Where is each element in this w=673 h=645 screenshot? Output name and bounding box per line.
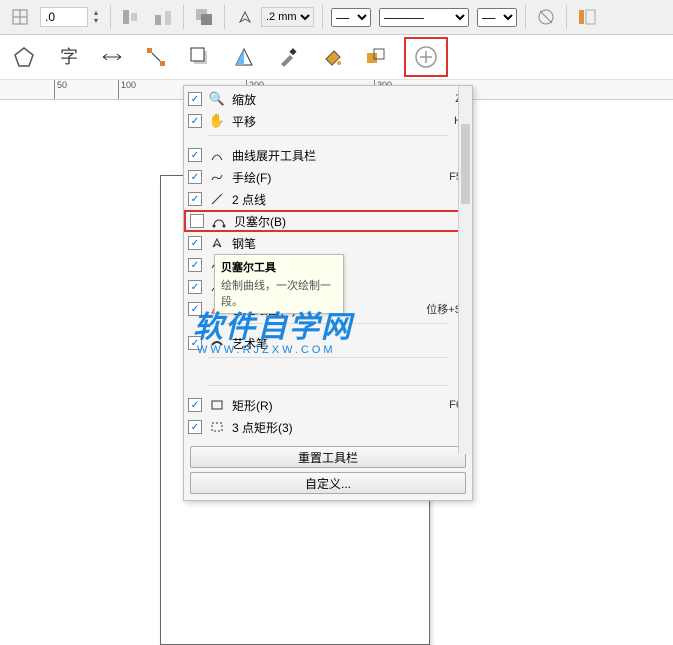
checkbox-icon[interactable]: ✓: [188, 398, 202, 412]
overlap-icon[interactable]: [192, 5, 216, 29]
checkbox-icon[interactable]: ✓: [190, 214, 204, 228]
menu-item-artistic[interactable]: ✓ 艺术笔 I: [184, 332, 472, 354]
artistic-icon: [208, 334, 226, 352]
label: 手绘(F): [232, 169, 412, 186]
coord-input[interactable]: .0: [40, 7, 88, 27]
label: 矩形(R): [232, 397, 412, 414]
menu-item-freehand[interactable]: ✓ 手绘(F) F5: [184, 166, 472, 188]
reset-toolbar-button[interactable]: 重置工具栏: [190, 446, 466, 468]
tool-flyout-menu: ✓ 🔍 缩放 Z ✓ ✋ 平移 H ✓ 曲线展开工具栏 ✓ 手绘(F) F5 ✓…: [183, 85, 473, 501]
add-tool-button[interactable]: [404, 37, 448, 77]
customize-button[interactable]: 自定义...: [190, 472, 466, 494]
text-tool-icon[interactable]: 字: [52, 41, 84, 73]
menu-item-bezier[interactable]: ✓ 贝塞尔(B): [184, 210, 472, 232]
checkbox-icon[interactable]: ✓: [188, 192, 202, 206]
label: 艺术笔: [232, 335, 412, 352]
hand-icon: ✋: [208, 112, 226, 130]
checkbox-icon[interactable]: ✓: [188, 92, 202, 106]
connector-tool-icon[interactable]: [140, 41, 172, 73]
line-start-select[interactable]: —: [331, 8, 371, 27]
checkbox-icon[interactable]: ✓: [188, 148, 202, 162]
checkbox-icon[interactable]: ✓: [188, 114, 202, 128]
label: 贝塞尔(B): [234, 213, 410, 230]
property-bar: .0 ▴▾ .2 mm — ——— —: [0, 0, 673, 35]
checkbox-icon[interactable]: ✓: [188, 170, 202, 184]
main-toolbar: 字: [0, 35, 673, 80]
label: 曲线展开工具栏: [232, 147, 412, 164]
line-style-select[interactable]: ———: [379, 8, 469, 27]
menu-item-zoom[interactable]: ✓ 🔍 缩放 Z: [184, 88, 472, 110]
freehand-icon: [208, 168, 226, 186]
pen-nib-icon: [233, 5, 257, 29]
label: 平移: [232, 113, 412, 130]
checkbox-icon[interactable]: ✓: [188, 420, 202, 434]
menu-item-pen[interactable]: ✓ 钢笔: [184, 232, 472, 254]
line-icon: [208, 190, 226, 208]
threept-rect-icon: [208, 418, 226, 436]
menu-item-rect[interactable]: ✓ 矩形(R) F6: [184, 394, 472, 416]
rect-icon: [208, 396, 226, 414]
curve-icon: [208, 146, 226, 164]
origin-icon: [8, 5, 32, 29]
zoom-icon: 🔍: [208, 90, 226, 108]
tooltip-desc: 绘制曲线，一次绘制一段。: [221, 277, 337, 309]
align-icon-1[interactable]: [119, 5, 143, 29]
fill-tool-icon[interactable]: [316, 41, 348, 73]
label: 缩放: [232, 91, 412, 108]
coord-spinner[interactable]: ▴▾: [90, 9, 102, 25]
tooltip-title: 贝塞尔工具: [221, 259, 337, 275]
bezier-tooltip: 贝塞尔工具 绘制曲线，一次绘制一段。: [214, 254, 344, 314]
checkbox-icon[interactable]: ✓: [188, 336, 202, 350]
svg-text:字: 字: [60, 47, 78, 67]
drop-shadow-tool-icon[interactable]: [184, 41, 216, 73]
outline-width-select[interactable]: .2 mm: [261, 7, 314, 27]
dimension-tool-icon[interactable]: [96, 41, 128, 73]
checkbox-icon[interactable]: ✓: [188, 280, 202, 294]
smart-fill-tool-icon[interactable]: [360, 41, 392, 73]
menu-item-3pt-rect[interactable]: ✓ 3 点矩形(3): [184, 416, 472, 438]
checkbox-icon[interactable]: ✓: [188, 302, 202, 316]
menu-item-curve-toolbar[interactable]: ✓ 曲线展开工具栏: [184, 144, 472, 166]
panel-icon[interactable]: [575, 5, 599, 29]
checkbox-icon[interactable]: ✓: [188, 258, 202, 272]
flyout-scrollbar[interactable]: [458, 86, 472, 454]
checkbox-icon[interactable]: ✓: [188, 236, 202, 250]
align-icon-2[interactable]: [151, 5, 175, 29]
menu-item-2pt-line[interactable]: ✓ 2 点线: [184, 188, 472, 210]
label: 3 点矩形(3): [232, 419, 412, 436]
transparency-tool-icon[interactable]: [228, 41, 260, 73]
label: 2 点线: [232, 191, 412, 208]
wrap-icon[interactable]: [534, 5, 558, 29]
bezier-icon: [210, 212, 228, 230]
pen-icon: [208, 234, 226, 252]
eyedropper-tool-icon[interactable]: [272, 41, 304, 73]
polygon-tool-icon[interactable]: [8, 41, 40, 73]
label: 钢笔: [232, 235, 412, 252]
menu-item-pan[interactable]: ✓ ✋ 平移 H: [184, 110, 472, 132]
line-end-select[interactable]: —: [477, 8, 517, 27]
